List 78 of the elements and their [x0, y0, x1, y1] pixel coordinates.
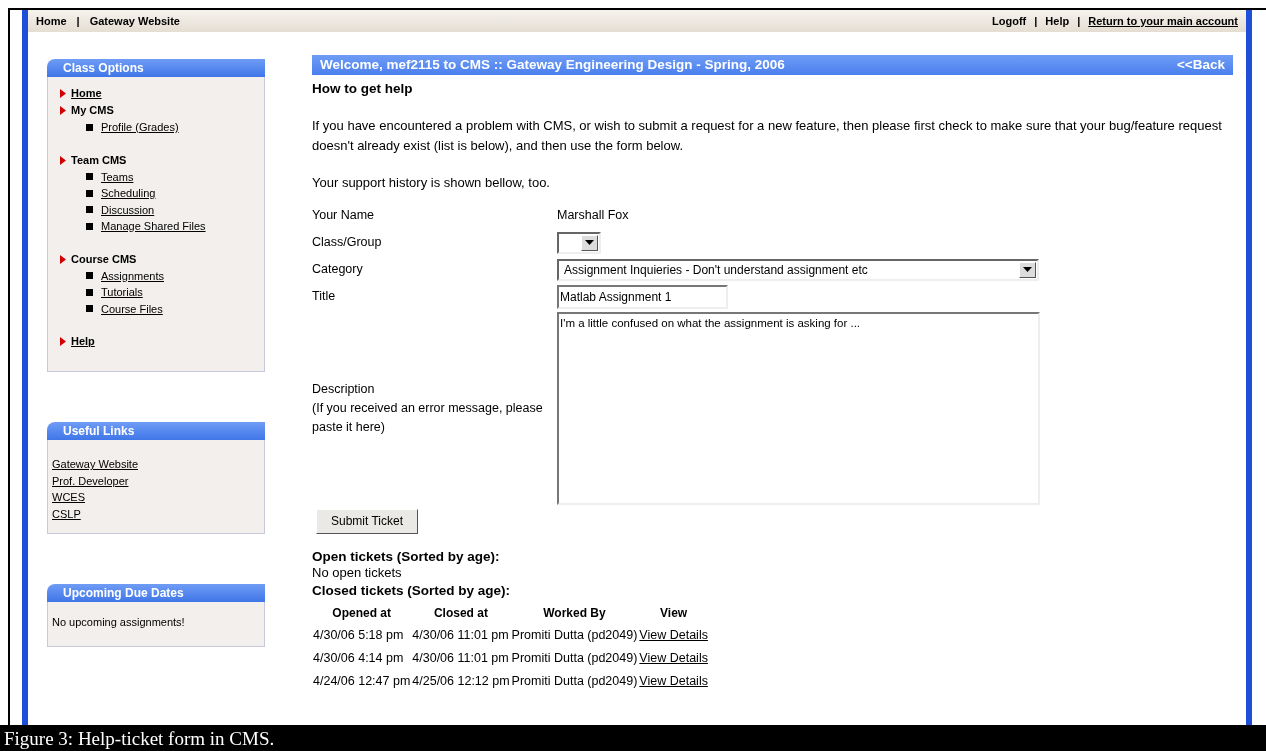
sidebar-link[interactable]: WCES — [52, 489, 260, 506]
table-cell-text: 4/25/06 12:12 pm — [411, 672, 511, 690]
section-label: Course CMS — [71, 251, 137, 267]
menu-link[interactable]: Profile (Grades) — [101, 119, 179, 136]
arrow-icon — [60, 254, 66, 264]
bullet-icon — [86, 173, 93, 181]
section-label: My CMS — [71, 103, 114, 118]
nav-link[interactable]: Help — [1045, 12, 1070, 30]
bullet-icon — [86, 222, 93, 230]
bullet-icon — [86, 189, 93, 197]
sidebar-link[interactable]: Gateway Website — [52, 456, 260, 473]
table-cell-text: Promiti Dutta (pd2049) — [510, 626, 639, 644]
intro-text: If you have encountered a problem with CMS, or wish to submit a request for a new feature, then please first check to make sure that your bug/feature request doesn't already exist (list is below), and then use the form below. — [312, 117, 1223, 156]
menu-link[interactable]: Tutorials — [101, 284, 143, 301]
menu-link[interactable]: Manage Shared Files — [101, 218, 206, 235]
table-cell-text: Promiti Dutta (pd2049) — [510, 649, 639, 667]
menu-link[interactable]: Home — [71, 85, 102, 102]
nav-link[interactable]: Logoff — [992, 12, 1027, 30]
field-hint: (If you received an error message, please paste it here) — [312, 399, 544, 436]
bullet-icon — [86, 305, 93, 313]
description-textarea[interactable]: I'm a little confused on what the assignment is asking for ... — [557, 311, 1040, 505]
nav-link[interactable]: Return to your main account — [1088, 12, 1238, 30]
menu-link[interactable]: Course Files — [101, 300, 163, 317]
field-label: Description — [312, 381, 376, 399]
column-header: Worked By — [542, 604, 607, 622]
bullet-icon — [86, 206, 93, 214]
menu-link[interactable]: Teams — [101, 168, 134, 185]
field-label: Your Name — [312, 207, 376, 225]
nav-link[interactable]: Gateway Website — [89, 12, 180, 30]
field-value: Marshall Fox — [557, 207, 629, 225]
menu-link[interactable]: Scheduling — [101, 185, 156, 202]
field-label: Category — [312, 261, 364, 279]
page-heading: How to get help — [312, 80, 414, 98]
category-dropdown[interactable]: Assignment Inquieries - Don't understand assignment etc — [557, 258, 1039, 281]
separator: | — [76, 13, 80, 29]
table-cell-text: 4/24/06 12:47 pm — [312, 672, 412, 690]
panel-title: Class Options — [47, 59, 265, 77]
menu-link[interactable]: Help — [71, 333, 95, 350]
caret-icon — [585, 240, 594, 246]
bullet-icon — [86, 123, 93, 131]
separator: | — [1034, 13, 1038, 29]
empty-message: No open tickets — [312, 564, 403, 581]
submit-button[interactable]: Submit Ticket — [316, 508, 419, 534]
caret-icon — [1023, 267, 1032, 273]
column-header: Opened at — [331, 604, 392, 622]
table-cell-text: 4/30/06 4:14 pm — [312, 649, 405, 667]
column-header: View — [659, 604, 689, 622]
column-header: Closed at — [432, 604, 489, 622]
sidebar-link[interactable]: Prof. Developer — [52, 472, 260, 489]
section-heading: Open tickets (Sorted by age): — [312, 547, 501, 565]
section-label: Team CMS — [71, 152, 127, 168]
panel-text: No upcoming assignments! — [52, 616, 185, 628]
class-dropdown[interactable] — [557, 231, 601, 254]
field-label: Class/Group — [312, 234, 383, 252]
arrow-icon — [60, 155, 66, 165]
field-label: Title — [312, 288, 337, 306]
table-cell-text: Promiti Dutta (pd2049) — [510, 672, 639, 690]
menu-link[interactable]: Discussion — [101, 201, 155, 218]
details-link[interactable]: View Details — [638, 646, 709, 670]
table-cell-text: 4/30/06 5:18 pm — [312, 626, 405, 644]
table-cell-text: 4/30/06 11:01 pm — [411, 626, 510, 644]
table-cell-text: 4/30/06 11:01 pm — [411, 649, 510, 667]
panel-title: Upcoming Due Dates — [47, 584, 265, 602]
details-link[interactable]: View Details — [638, 669, 709, 693]
sidebar-link[interactable]: CSLP — [52, 505, 260, 522]
note-text: Your support history is shown bellow, too. — [312, 174, 551, 193]
banner-title: Welcome, mef2115 to CMS :: Gateway Engineering Design - Spring, 2006 — [320, 55, 785, 74]
menu-link[interactable]: Assignments — [101, 267, 164, 284]
arrow-icon — [60, 337, 66, 346]
panel-title: Useful Links — [47, 422, 265, 440]
separator: | — [1077, 13, 1081, 29]
title-input[interactable]: Matlab Assignment 1 — [557, 284, 728, 309]
bullet-icon — [86, 272, 93, 280]
details-link[interactable]: View Details — [638, 623, 709, 647]
nav-link[interactable]: Home — [36, 12, 67, 30]
section-heading: Closed tickets (Sorted by age): — [312, 581, 512, 600]
bullet-icon — [86, 288, 93, 296]
figure-caption: Figure 3: Help-ticket form in CMS. — [4, 728, 275, 748]
